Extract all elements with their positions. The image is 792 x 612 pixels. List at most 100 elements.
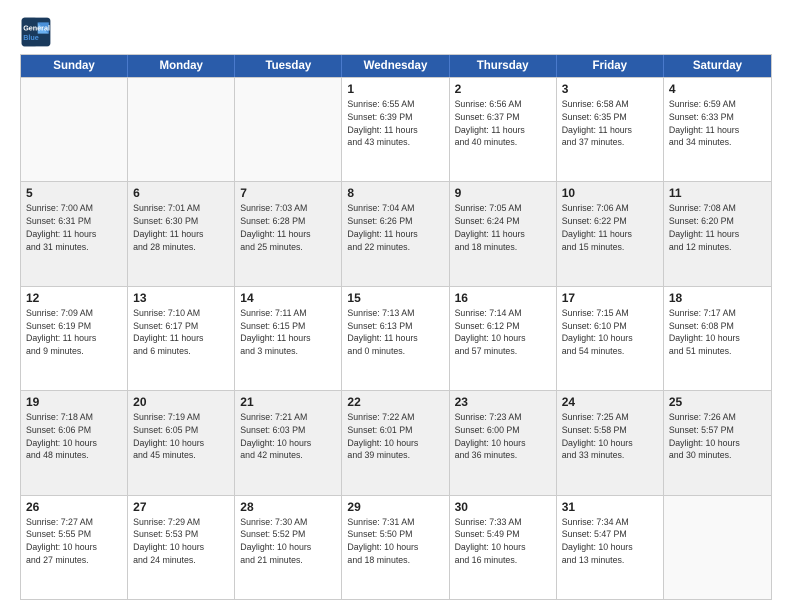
day-info: Sunrise: 6:59 AM Sunset: 6:33 PM Dayligh… (669, 98, 766, 149)
day-number: 26 (26, 500, 122, 514)
day-info: Sunrise: 7:22 AM Sunset: 6:01 PM Dayligh… (347, 411, 443, 462)
header-day-friday: Friday (557, 55, 664, 77)
day-cell-15: 15 Sunrise: 7:13 AM Sunset: 6:13 PM Dayli… (342, 287, 449, 390)
day-number: 20 (133, 395, 229, 409)
day-cell-13: 13 Sunrise: 7:10 AM Sunset: 6:17 PM Dayli… (128, 287, 235, 390)
day-info: Sunrise: 7:27 AM Sunset: 5:55 PM Dayligh… (26, 516, 122, 567)
day-cell-12: 12 Sunrise: 7:09 AM Sunset: 6:19 PM Dayli… (21, 287, 128, 390)
day-number: 21 (240, 395, 336, 409)
day-info: Sunrise: 6:55 AM Sunset: 6:39 PM Dayligh… (347, 98, 443, 149)
day-number: 8 (347, 186, 443, 200)
day-cell-23: 23Sunrise: 7:23 AM Sunset: 6:00 PM Dayli… (450, 391, 557, 494)
day-number: 1 (347, 82, 443, 96)
day-number: 16 (455, 291, 551, 305)
day-info: Sunrise: 7:08 AM Sunset: 6:20 PM Dayligh… (669, 202, 766, 253)
day-number: 30 (455, 500, 551, 514)
empty-cell (664, 496, 771, 599)
day-cell-18: 18 Sunrise: 7:17 AM Sunset: 6:08 PM Dayli… (664, 287, 771, 390)
day-number: 4 (669, 82, 766, 96)
day-cell-26: 26 Sunrise: 7:27 AM Sunset: 5:55 PM Dayli… (21, 496, 128, 599)
day-info: Sunrise: 6:58 AM Sunset: 6:35 PM Dayligh… (562, 98, 658, 149)
day-cell-6: 6 Sunrise: 7:01 AM Sunset: 6:30 PM Daylig… (128, 182, 235, 285)
day-cell-10: 10Sunrise: 7:06 AM Sunset: 6:22 PM Dayli… (557, 182, 664, 285)
header-day-monday: Monday (128, 55, 235, 77)
day-cell-29: 29Sunrise: 7:31 AM Sunset: 5:50 PM Dayli… (342, 496, 449, 599)
day-cell-7: 7 Sunrise: 7:03 AM Sunset: 6:28 PM Daylig… (235, 182, 342, 285)
day-cell-14: 14 Sunrise: 7:11 AM Sunset: 6:15 PM Dayli… (235, 287, 342, 390)
day-info: Sunrise: 7:14 AM Sunset: 6:12 PM Dayligh… (455, 307, 551, 358)
day-cell-19: 19 Sunrise: 7:18 AM Sunset: 6:06 PM Dayli… (21, 391, 128, 494)
day-number: 2 (455, 82, 551, 96)
empty-cell (235, 78, 342, 181)
day-info: Sunrise: 7:18 AM Sunset: 6:06 PM Dayligh… (26, 411, 122, 462)
calendar: SundayMondayTuesdayWednesdayThursdayFrid… (20, 54, 772, 600)
day-info: Sunrise: 7:10 AM Sunset: 6:17 PM Dayligh… (133, 307, 229, 358)
day-info: Sunrise: 7:09 AM Sunset: 6:19 PM Dayligh… (26, 307, 122, 358)
day-number: 12 (26, 291, 122, 305)
day-number: 5 (26, 186, 122, 200)
header: General Blue (20, 16, 772, 48)
calendar-week-4: 19 Sunrise: 7:18 AM Sunset: 6:06 PM Dayli… (21, 390, 771, 494)
day-number: 14 (240, 291, 336, 305)
day-cell-31: 31Sunrise: 7:34 AM Sunset: 5:47 PM Dayli… (557, 496, 664, 599)
day-number: 6 (133, 186, 229, 200)
day-info: Sunrise: 7:23 AM Sunset: 6:00 PM Dayligh… (455, 411, 551, 462)
day-number: 29 (347, 500, 443, 514)
empty-cell (21, 78, 128, 181)
day-cell-11: 11 Sunrise: 7:08 AM Sunset: 6:20 PM Dayli… (664, 182, 771, 285)
day-cell-28: 28 Sunrise: 7:30 AM Sunset: 5:52 PM Dayli… (235, 496, 342, 599)
day-info: Sunrise: 6:56 AM Sunset: 6:37 PM Dayligh… (455, 98, 551, 149)
day-number: 9 (455, 186, 551, 200)
day-cell-3: 3 Sunrise: 6:58 AM Sunset: 6:35 PM Daylig… (557, 78, 664, 181)
day-number: 3 (562, 82, 658, 96)
day-info: Sunrise: 7:34 AM Sunset: 5:47 PM Dayligh… (562, 516, 658, 567)
day-number: 28 (240, 500, 336, 514)
calendar-week-5: 26 Sunrise: 7:27 AM Sunset: 5:55 PM Dayli… (21, 495, 771, 599)
day-info: Sunrise: 7:21 AM Sunset: 6:03 PM Dayligh… (240, 411, 336, 462)
day-number: 18 (669, 291, 766, 305)
day-number: 24 (562, 395, 658, 409)
calendar-week-1: 1 Sunrise: 6:55 AM Sunset: 6:39 PM Daylig… (21, 77, 771, 181)
day-number: 7 (240, 186, 336, 200)
day-cell-25: 25Sunrise: 7:26 AM Sunset: 5:57 PM Dayli… (664, 391, 771, 494)
logo: General Blue (20, 16, 52, 48)
day-cell-9: 9 Sunrise: 7:05 AM Sunset: 6:24 PM Daylig… (450, 182, 557, 285)
calendar-week-2: 5 Sunrise: 7:00 AM Sunset: 6:31 PM Daylig… (21, 181, 771, 285)
calendar-header-row: SundayMondayTuesdayWednesdayThursdayFrid… (21, 55, 771, 77)
day-number: 27 (133, 500, 229, 514)
day-number: 22 (347, 395, 443, 409)
day-number: 13 (133, 291, 229, 305)
day-cell-16: 16 Sunrise: 7:14 AM Sunset: 6:12 PM Dayli… (450, 287, 557, 390)
day-number: 15 (347, 291, 443, 305)
day-info: Sunrise: 7:13 AM Sunset: 6:13 PM Dayligh… (347, 307, 443, 358)
day-cell-24: 24Sunrise: 7:25 AM Sunset: 5:58 PM Dayli… (557, 391, 664, 494)
day-info: Sunrise: 7:11 AM Sunset: 6:15 PM Dayligh… (240, 307, 336, 358)
day-info: Sunrise: 7:06 AM Sunset: 6:22 PM Dayligh… (562, 202, 658, 253)
day-info: Sunrise: 7:15 AM Sunset: 6:10 PM Dayligh… (562, 307, 658, 358)
day-info: Sunrise: 7:33 AM Sunset: 5:49 PM Dayligh… (455, 516, 551, 567)
day-cell-4: 4 Sunrise: 6:59 AM Sunset: 6:33 PM Daylig… (664, 78, 771, 181)
day-info: Sunrise: 7:17 AM Sunset: 6:08 PM Dayligh… (669, 307, 766, 358)
day-info: Sunrise: 7:00 AM Sunset: 6:31 PM Dayligh… (26, 202, 122, 253)
day-cell-2: 2 Sunrise: 6:56 AM Sunset: 6:37 PM Daylig… (450, 78, 557, 181)
day-cell-30: 30 Sunrise: 7:33 AM Sunset: 5:49 PM Dayli… (450, 496, 557, 599)
header-day-sunday: Sunday (21, 55, 128, 77)
day-info: Sunrise: 7:05 AM Sunset: 6:24 PM Dayligh… (455, 202, 551, 253)
calendar-body: 1 Sunrise: 6:55 AM Sunset: 6:39 PM Daylig… (21, 77, 771, 599)
header-day-saturday: Saturday (664, 55, 771, 77)
day-number: 19 (26, 395, 122, 409)
day-cell-22: 22 Sunrise: 7:22 AM Sunset: 6:01 PM Dayli… (342, 391, 449, 494)
svg-text:General: General (23, 23, 50, 32)
day-info: Sunrise: 7:04 AM Sunset: 6:26 PM Dayligh… (347, 202, 443, 253)
day-number: 25 (669, 395, 766, 409)
calendar-week-3: 12 Sunrise: 7:09 AM Sunset: 6:19 PM Dayli… (21, 286, 771, 390)
day-number: 11 (669, 186, 766, 200)
logo-icon: General Blue (20, 16, 52, 48)
header-day-wednesday: Wednesday (342, 55, 449, 77)
day-info: Sunrise: 7:01 AM Sunset: 6:30 PM Dayligh… (133, 202, 229, 253)
day-info: Sunrise: 7:30 AM Sunset: 5:52 PM Dayligh… (240, 516, 336, 567)
day-cell-8: 8 Sunrise: 7:04 AM Sunset: 6:26 PM Daylig… (342, 182, 449, 285)
day-info: Sunrise: 7:03 AM Sunset: 6:28 PM Dayligh… (240, 202, 336, 253)
page: General Blue SundayMondayTuesdayWednesda… (0, 0, 792, 612)
header-day-thursday: Thursday (450, 55, 557, 77)
